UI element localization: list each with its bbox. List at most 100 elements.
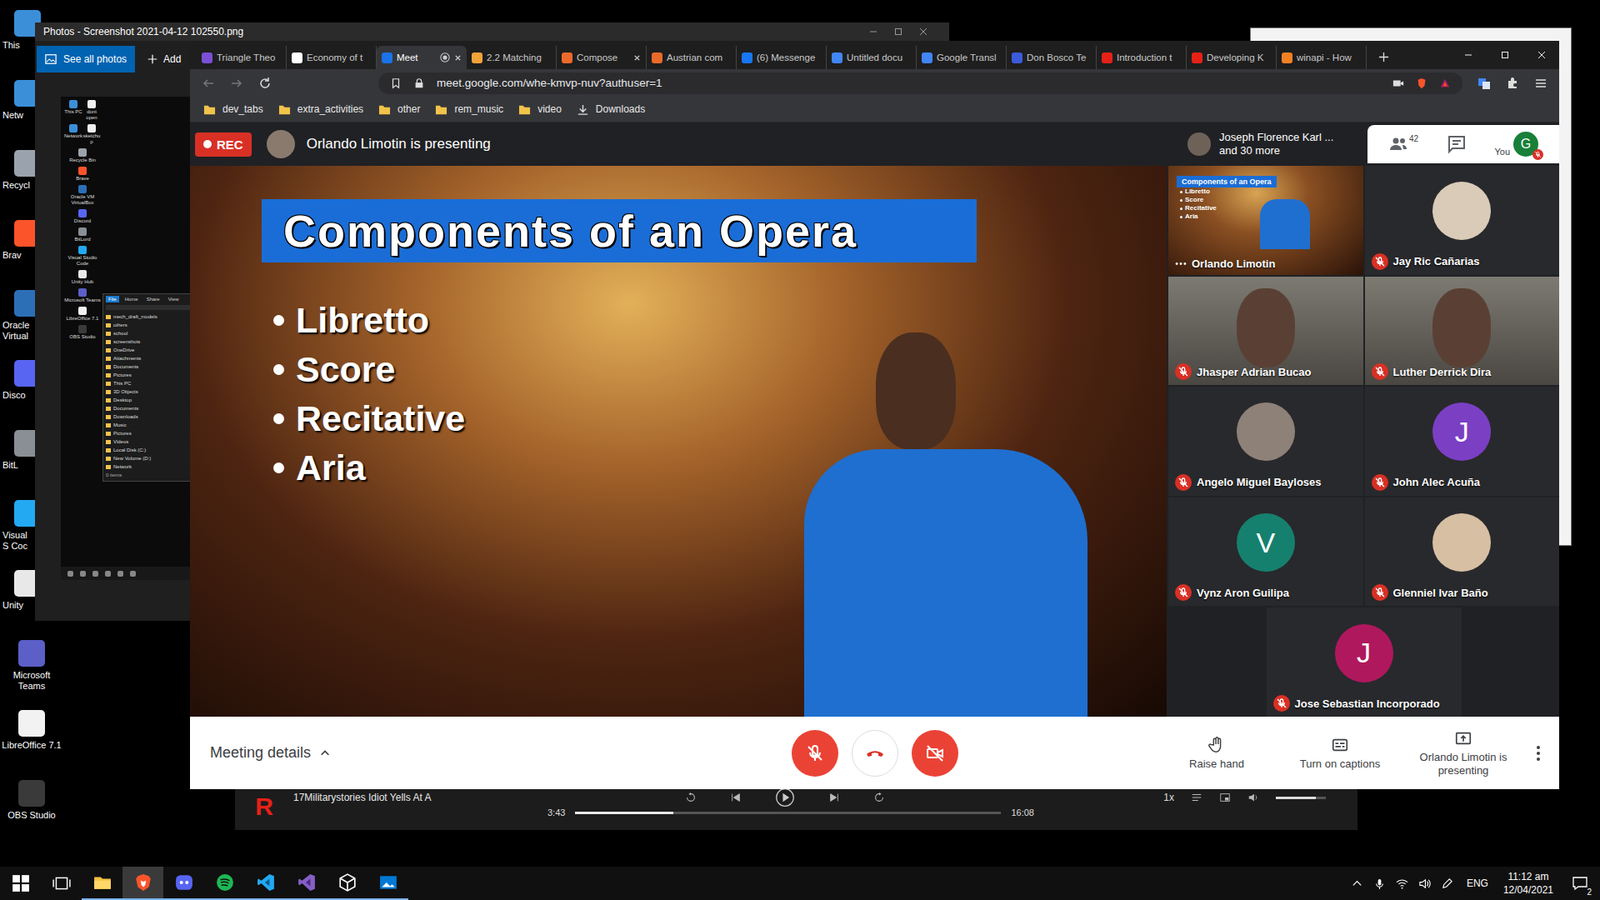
desktop-icon[interactable]: OBS Studio: [0, 776, 64, 847]
taskbar-app[interactable]: [367, 866, 409, 900]
start-button[interactable]: [0, 866, 41, 900]
participant-tile[interactable]: Components of an OperaLibrettoScoreRecit…: [1168, 165, 1364, 275]
microphone-button[interactable]: [791, 730, 839, 777]
participant-tile[interactable]: JJose Sebastian Incorporado: [1266, 607, 1462, 717]
bookmark[interactable]: video: [518, 103, 562, 116]
action-button[interactable]: Orlando Limotin is presenting: [1412, 729, 1515, 778]
lock-icon[interactable]: [413, 77, 425, 90]
progress-bar[interactable]: [575, 811, 1001, 815]
browser-tab[interactable]: Compose: [556, 45, 647, 70]
participant-tile[interactable]: Jhasper Adrian Bucao: [1168, 276, 1364, 386]
participant-tile[interactable]: Luther Derrick Dira: [1365, 276, 1560, 386]
desktop-icon[interactable]: Brav: [0, 216, 34, 287]
bookmark[interactable]: Downloads: [576, 103, 645, 116]
participant-tile[interactable]: JJohn Alec Acuña: [1365, 386, 1560, 496]
skip-forward-icon[interactable]: [873, 791, 885, 804]
playback-speed[interactable]: 1x: [1163, 791, 1175, 804]
show-hidden-icons-icon[interactable]: [1350, 877, 1364, 890]
taskbar-app[interactable]: [245, 866, 286, 900]
participant-tile[interactable]: Jay Ric Cañarias: [1365, 165, 1560, 275]
action-button[interactable]: Raise hand: [1165, 735, 1268, 771]
browser-tab[interactable]: Introduction t: [1096, 45, 1187, 70]
bookmark[interactable]: other: [378, 103, 420, 116]
volume-icon[interactable]: [1418, 877, 1431, 890]
more-options-icon[interactable]: [1175, 261, 1187, 266]
extensions-icon[interactable]: [1505, 76, 1520, 90]
leave-call-button[interactable]: [851, 730, 899, 777]
minimize-icon[interactable]: [869, 27, 878, 36]
browser-tab[interactable]: Triangle Theo: [196, 45, 287, 70]
translate-icon[interactable]: [1477, 76, 1491, 90]
close-icon[interactable]: [1537, 50, 1546, 60]
desktop-icon[interactable]: Netw: [0, 76, 34, 147]
taskbar-app[interactable]: [122, 866, 164, 900]
browser-tab[interactable]: Don Bosco Te: [1006, 45, 1097, 70]
playlist-icon[interactable]: [1190, 791, 1203, 804]
volume-icon[interactable]: [1247, 791, 1260, 804]
desktop-icon[interactable]: Unity: [0, 566, 34, 637]
desktop-icon[interactable]: Oracle Virtual: [0, 286, 34, 357]
meeting-details-button[interactable]: Meeting details: [190, 744, 792, 762]
desktop-icon[interactable]: This: [0, 6, 34, 77]
desktop-icon[interactable]: Disco: [0, 356, 34, 427]
volume-slider[interactable]: [1275, 796, 1326, 800]
brave-shield-icon[interactable]: [1415, 77, 1428, 90]
brave-rewards-icon[interactable]: [1439, 77, 1451, 90]
desktop-icon[interactable]: Microsoft Teams: [0, 636, 64, 707]
browser-tab[interactable]: Meet: [376, 45, 467, 70]
close-tab-icon[interactable]: [633, 54, 641, 62]
participant-tile[interactable]: VVynz Aron Guilipa: [1168, 497, 1364, 607]
notifications-button[interactable]: 2: [1568, 871, 1592, 895]
input-language[interactable]: ENG: [1466, 877, 1489, 890]
pen-icon[interactable]: [1440, 877, 1454, 890]
maximize-icon[interactable]: [1500, 50, 1510, 60]
desktop-icon[interactable]: LibreOffice 7.1: [0, 706, 64, 777]
clock[interactable]: 11:12 am12/04/2021: [1498, 870, 1559, 897]
participant-tile[interactable]: Glenniel Ivar Baño: [1365, 497, 1560, 607]
microphone-icon[interactable]: [1373, 877, 1386, 890]
browser-tab[interactable]: 2.2 Matching: [466, 45, 557, 70]
close-tab-icon[interactable]: [454, 54, 462, 62]
previous-icon[interactable]: [730, 791, 742, 804]
new-tab-icon[interactable]: [1378, 51, 1390, 63]
address-bar[interactable]: meet.google.com/whe-kmvp-nuv?authuser=1: [378, 72, 1463, 95]
browser-tab[interactable]: Economy of t: [286, 45, 377, 70]
camera-icon[interactable]: [1392, 77, 1405, 90]
bookmark[interactable]: extra_activities: [278, 103, 364, 116]
browser-tab[interactable]: Developing K: [1186, 45, 1277, 70]
participant-tile[interactable]: Angelo Miguel Bayloses: [1168, 386, 1364, 496]
task-view-button[interactable]: [40, 866, 82, 900]
taskbar-app[interactable]: [326, 866, 368, 900]
browser-tab[interactable]: Google Transl: [916, 45, 1007, 70]
close-icon[interactable]: [919, 27, 928, 36]
bookmark[interactable]: rem_music: [435, 103, 504, 116]
browser-tab[interactable]: (6) Messenge: [736, 45, 827, 70]
browser-tab[interactable]: Untitled docu: [826, 45, 917, 70]
taskbar-app[interactable]: [163, 866, 205, 900]
taskbar-app[interactable]: [81, 866, 123, 900]
skip-back-icon[interactable]: [685, 791, 697, 804]
menu-icon[interactable]: [1534, 76, 1548, 90]
back-icon[interactable]: [201, 76, 215, 90]
camera-button[interactable]: [911, 730, 959, 777]
desktop-icon[interactable]: Visual S Coc: [0, 496, 34, 567]
taskbar-app[interactable]: [204, 866, 245, 900]
see-all-photos-button[interactable]: See all photos: [36, 45, 135, 73]
miniplayer-icon[interactable]: [1219, 791, 1231, 804]
forward-icon[interactable]: [230, 76, 244, 90]
chat-icon[interactable]: [1446, 134, 1467, 155]
play-icon[interactable]: [775, 787, 795, 808]
desktop-icon[interactable]: BitL: [0, 426, 34, 497]
reload-icon[interactable]: [258, 76, 272, 90]
bookmark[interactable]: dev_tabs: [203, 103, 264, 116]
action-button[interactable]: Turn on captions: [1289, 735, 1391, 771]
self-view[interactable]: YouG: [1495, 131, 1540, 157]
more-options-icon[interactable]: [1535, 745, 1541, 762]
maximize-icon[interactable]: [894, 27, 903, 36]
desktop-icon[interactable]: Recycl: [0, 146, 34, 217]
minimize-icon[interactable]: [1464, 50, 1473, 60]
people-button[interactable]: 42: [1388, 134, 1419, 155]
browser-tab[interactable]: Austrian com: [646, 45, 737, 70]
browser-tab[interactable]: winapi - How: [1276, 45, 1367, 70]
taskbar-app[interactable]: [285, 866, 327, 900]
